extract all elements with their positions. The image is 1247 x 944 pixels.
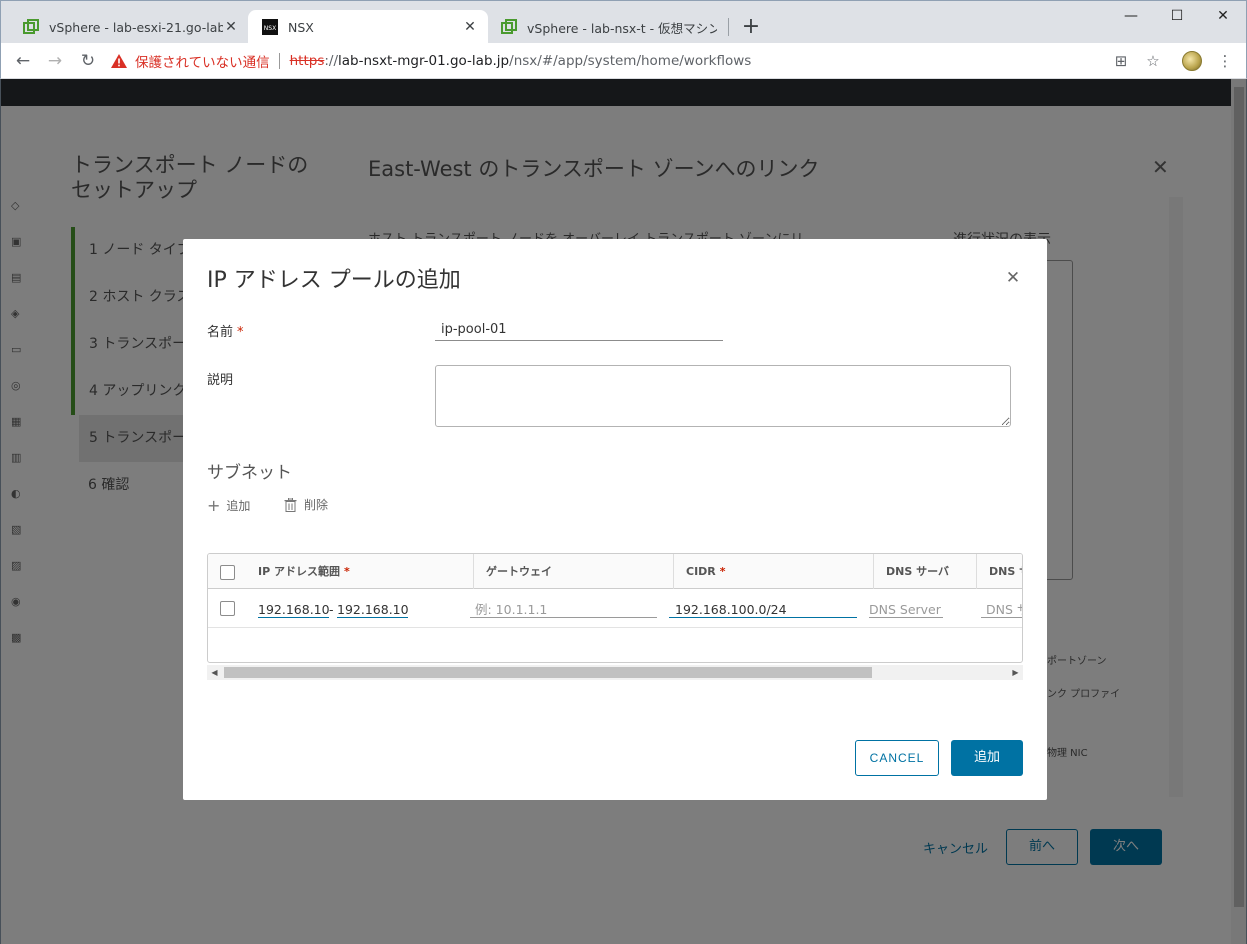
security-warning-text[interactable]: 保護されていない通信: [135, 51, 270, 71]
scrollbar-thumb[interactable]: [224, 667, 872, 678]
select-all-checkbox[interactable]: [220, 565, 235, 580]
url-path: /nsx/#/app/system/home/workflows: [509, 53, 752, 69]
tab-title: vSphere - lab-esxi-21.go-lab.jp -: [49, 19, 223, 35]
nsx-icon: NSX: [262, 19, 278, 35]
scroll-right-arrow-icon[interactable]: ▶: [1008, 665, 1023, 680]
add-ip-pool-dialog: IP アドレス プールの追加 ✕ 名前* 説明 サブネット +追加 削除 IP …: [183, 239, 1047, 800]
description-label: 説明: [207, 373, 234, 388]
svg-text:NSX: NSX: [264, 25, 276, 32]
url-scheme: https: [289, 53, 325, 69]
subnet-grid: IP アドレス範囲* ゲートウェイ CIDR* DNS サーバ DNS サ 19…: [207, 553, 1023, 663]
bookmark-star-icon[interactable]: ☆: [1144, 52, 1162, 70]
forward-arrow-icon[interactable]: →: [43, 49, 67, 73]
column-header-dns-suffix[interactable]: DNS サ: [976, 554, 1022, 589]
add-subnet-button[interactable]: + 追加: [207, 496, 250, 515]
window-close-icon[interactable]: ✕: [1200, 1, 1246, 31]
add-button[interactable]: 追加: [951, 740, 1023, 776]
cidr-input[interactable]: 192.168.100.0/24: [669, 601, 857, 618]
subnet-section-title: サブネット: [207, 463, 292, 483]
required-mark: *: [237, 325, 244, 340]
delete-subnet-button[interactable]: 削除: [284, 496, 328, 513]
column-header-ip-range[interactable]: IP アドレス範囲 *: [246, 554, 473, 589]
profile-avatar[interactable]: [1182, 51, 1202, 71]
vsphere-icon: [501, 19, 517, 34]
tab-separator: [728, 18, 729, 36]
dns-server-input[interactable]: DNS Server: [869, 601, 943, 618]
back-arrow-icon[interactable]: ←: [11, 49, 35, 73]
browser-tabstrip: vSphere - lab-esxi-21.go-lab.jp - ✕ NSX …: [0, 0, 1247, 44]
column-header-cidr[interactable]: CIDR *: [673, 554, 873, 589]
close-icon[interactable]: ✕: [1005, 270, 1021, 287]
gateway-input[interactable]: 例: 10.1.1.1: [470, 601, 657, 618]
translate-icon[interactable]: ⊞: [1112, 52, 1130, 70]
column-header-gateway[interactable]: ゲートウェイ: [473, 554, 673, 589]
tab-title: NSX: [288, 19, 314, 35]
reload-icon[interactable]: ↻: [76, 49, 100, 73]
description-textarea[interactable]: [435, 365, 1011, 427]
ip-range-start-input[interactable]: 192.168.100: [258, 601, 329, 618]
minimize-icon[interactable]: —: [1108, 1, 1154, 31]
scroll-left-arrow-icon[interactable]: ◀: [207, 665, 222, 680]
new-tab-button[interactable]: +: [737, 13, 765, 41]
ip-range-end-input[interactable]: 192.168.100: [337, 601, 408, 618]
cancel-button[interactable]: CANCEL: [855, 740, 939, 776]
warning-icon: [111, 54, 127, 68]
browser-toolbar: ← → ↻ 保護されていない通信 https :// lab-nsxt-mgr-…: [0, 43, 1247, 79]
dialog-title: IP アドレス プールの追加: [207, 268, 461, 293]
address-bar[interactable]: 保護されていない通信 https :// lab-nsxt-mgr-01.go-…: [111, 48, 1141, 74]
browser-tab-vsphere-esxi[interactable]: vSphere - lab-esxi-21.go-lab.jp - ✕: [9, 10, 249, 44]
close-tab-icon[interactable]: ✕: [223, 19, 239, 35]
ip-range-separator: -: [329, 602, 334, 617]
menu-kebab-icon[interactable]: ⋮: [1216, 52, 1234, 70]
url-host: lab-nsxt-mgr-01.go-lab.jp: [338, 53, 510, 69]
grid-header: IP アドレス範囲* ゲートウェイ CIDR* DNS サーバ DNS サ: [208, 554, 1022, 589]
column-header-dns-server[interactable]: DNS サーバ: [873, 554, 976, 589]
name-input[interactable]: [435, 318, 723, 341]
dns-suffix-input[interactable]: DNS サ: [981, 601, 1022, 618]
vsphere-icon: [23, 19, 39, 34]
browser-tab-vsphere-nsx[interactable]: vSphere - lab-nsx-t - 仮想マシン: [487, 10, 727, 44]
grid-horizontal-scrollbar[interactable]: ◀ ▶: [207, 665, 1023, 680]
table-row: 192.168.100 - 192.168.100 例: 10.1.1.1 19…: [208, 590, 1022, 628]
maximize-icon[interactable]: ☐: [1154, 1, 1200, 31]
tab-title: vSphere - lab-nsx-t - 仮想マシン: [527, 20, 717, 36]
plus-icon: +: [207, 496, 221, 515]
row-checkbox[interactable]: [220, 601, 235, 616]
close-tab-icon[interactable]: ✕: [462, 19, 478, 35]
url-scheme-separator: ://: [324, 53, 339, 69]
browser-tab-nsx[interactable]: NSX NSX ✕: [248, 10, 488, 44]
trash-icon: [284, 497, 297, 512]
name-label: 名前 *: [207, 325, 244, 340]
address-separator: [278, 53, 280, 69]
